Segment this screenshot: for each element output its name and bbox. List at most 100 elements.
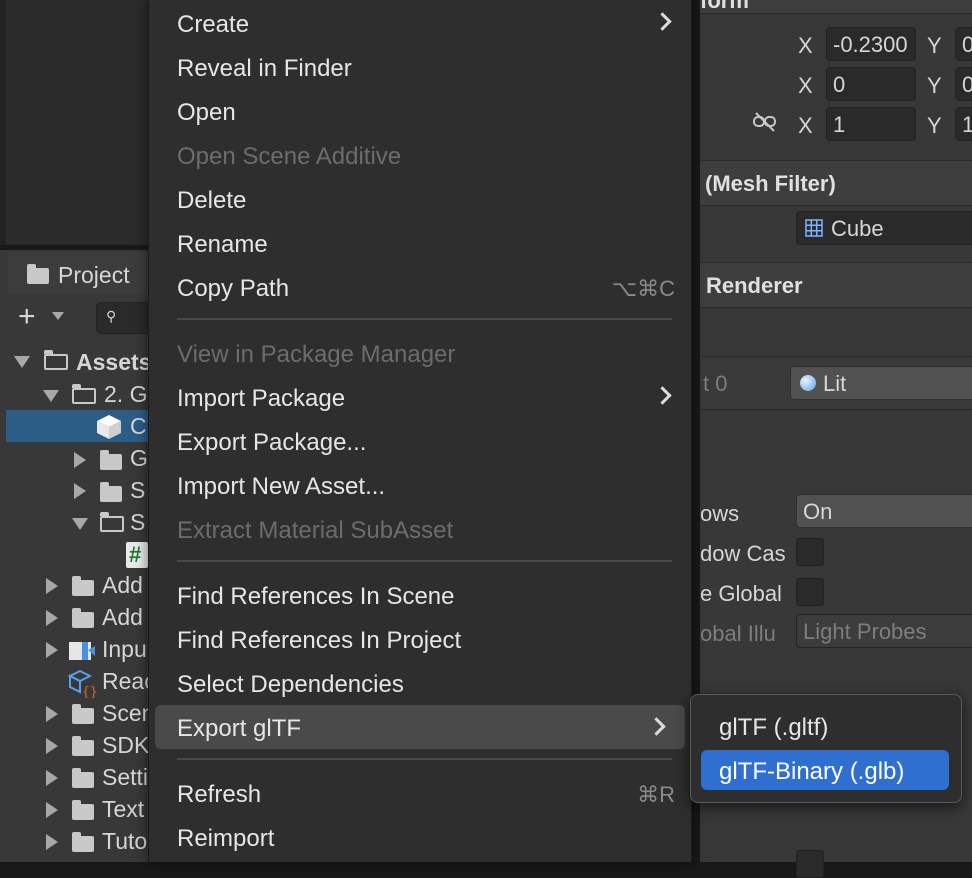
- project-tab-label: Project: [58, 262, 130, 288]
- expand-arrow-icon[interactable]: [43, 390, 59, 402]
- mesh-field[interactable]: Cube: [796, 211, 972, 245]
- menu-item-delete[interactable]: Delete: [149, 179, 691, 219]
- folder-icon: [100, 482, 122, 502]
- menu-shortcut: ⌥⌘C: [611, 276, 675, 301]
- checkbox[interactable]: [796, 850, 824, 878]
- svg-text:{}: {}: [82, 685, 98, 698]
- tree-item[interactable]: Scen: [102, 700, 154, 727]
- expand-arrow-icon[interactable]: [72, 518, 88, 530]
- rotation-y-label: Y: [927, 73, 942, 98]
- expand-arrow-icon[interactable]: [46, 738, 58, 754]
- scale-y-field[interactable]: 1: [955, 107, 972, 141]
- menu-item-copy-path[interactable]: Copy Path ⌥⌘C: [149, 267, 691, 307]
- chevron-right-icon: [647, 717, 666, 736]
- scale-x-field[interactable]: 1: [826, 107, 916, 141]
- menu-item-label: glTF (.gltf): [719, 714, 829, 741]
- menu-item-select-dependencies[interactable]: Select Dependencies: [149, 663, 691, 703]
- script-icon: #: [126, 542, 148, 568]
- selected-tree-row[interactable]: [6, 410, 150, 442]
- cast-shadows-label: ows: [700, 501, 740, 526]
- export-gltf-submenu: glTF (.gltf) glTF-Binary (.glb): [690, 694, 962, 803]
- folder-icon: [72, 736, 94, 756]
- tree-item[interactable]: 2. G: [104, 381, 147, 408]
- tree-item[interactable]: Text: [102, 796, 144, 823]
- folder-open-icon: [72, 384, 96, 404]
- rotation-x-field[interactable]: 0: [826, 67, 916, 101]
- tree-item-selected[interactable]: C: [130, 413, 147, 440]
- global-illum-dropdown[interactable]: Light Probes: [796, 614, 972, 648]
- menu-item-rename[interactable]: Rename: [149, 223, 691, 263]
- menu-item-export-package[interactable]: Export Package...: [149, 421, 691, 461]
- tree-item[interactable]: G: [130, 445, 148, 472]
- menu-item-label: Import New Asset...: [177, 473, 386, 500]
- menu-item-reveal-in-finder[interactable]: Reveal in Finder: [149, 47, 691, 87]
- menu-item-label: Import Package: [177, 385, 346, 412]
- shadow-casting-label: dow Cas: [700, 541, 786, 566]
- shadow-checkbox[interactable]: [796, 538, 824, 566]
- menu-item-create[interactable]: Create: [149, 3, 691, 43]
- panel-edge: [0, 0, 6, 245]
- expand-arrow-icon[interactable]: [46, 706, 58, 722]
- expand-arrow-icon[interactable]: [74, 483, 86, 499]
- unlink-icon[interactable]: [752, 112, 778, 132]
- rotation-y-field[interactable]: 0: [955, 67, 972, 101]
- tree-item[interactable]: Add: [102, 604, 143, 631]
- tree-item[interactable]: S: [130, 509, 145, 536]
- menu-item-find-references-in-scene[interactable]: Find References In Scene: [149, 575, 691, 615]
- menu-item-label: View in Package Manager: [177, 341, 456, 368]
- tree-item[interactable]: Add: [102, 572, 143, 599]
- chevron-down-icon[interactable]: [52, 312, 64, 320]
- cube-icon: [96, 414, 122, 440]
- contribute-global-checkbox[interactable]: [796, 578, 824, 606]
- scale-y-label: Y: [927, 113, 942, 138]
- menu-shortcut: ⌘R: [637, 782, 675, 807]
- menu-item-import-package[interactable]: Import Package: [149, 377, 691, 417]
- menu-item-label: Select Dependencies: [177, 671, 404, 698]
- submenu-item-gltf-binary[interactable]: glTF-Binary (.glb): [701, 750, 949, 790]
- menu-item-open[interactable]: Open: [149, 91, 691, 131]
- expand-arrow-icon[interactable]: [46, 802, 58, 818]
- expand-arrow-icon[interactable]: [46, 578, 58, 594]
- expand-arrow-icon[interactable]: [46, 610, 58, 626]
- menu-item-export-gltf[interactable]: Export glTF: [155, 705, 685, 749]
- add-button[interactable]: +: [18, 300, 36, 334]
- scale-x-label: X: [798, 113, 813, 138]
- menu-item-label: Export glTF: [177, 715, 302, 742]
- tree-item-assets[interactable]: Assets: [76, 349, 151, 376]
- tree-item[interactable]: Setti: [102, 764, 148, 791]
- submenu-item-gltf[interactable]: glTF (.gltf): [701, 706, 949, 746]
- scene-view[interactable]: [0, 0, 151, 245]
- tree-item[interactable]: S: [130, 477, 145, 504]
- folder-open-icon: [100, 512, 124, 532]
- expand-arrow-icon[interactable]: [74, 452, 86, 468]
- folder-icon: [72, 800, 94, 820]
- contribute-global-label: e Global: [700, 581, 782, 606]
- renderer-title: Renderer: [706, 273, 803, 298]
- tree-item[interactable]: Inpu: [102, 636, 147, 663]
- menu-item-reimport[interactable]: Reimport: [149, 817, 691, 857]
- chevron-right-icon: [653, 12, 672, 31]
- material-field[interactable]: Lit: [790, 366, 972, 400]
- rotation-x-label: X: [798, 73, 813, 98]
- menu-item-import-new-asset[interactable]: Import New Asset...: [149, 465, 691, 505]
- chevron-right-icon: [653, 386, 672, 405]
- menu-item-label: Find References In Scene: [177, 583, 455, 610]
- menu-item-label: Refresh: [177, 781, 262, 808]
- expand-arrow-icon[interactable]: [46, 770, 58, 786]
- menu-item-find-references-in-project[interactable]: Find References In Project: [149, 619, 691, 659]
- menu-item-label: Create: [177, 11, 250, 38]
- mesh-grid-icon: [805, 217, 823, 237]
- expand-arrow-icon[interactable]: [46, 642, 58, 658]
- menu-item-refresh[interactable]: Refresh ⌘R: [149, 773, 691, 813]
- search-input[interactable]: ⚲: [96, 302, 152, 334]
- context-menu: Create Reveal in Finder Open Open Scene …: [148, 0, 692, 862]
- tree-item[interactable]: SDK: [102, 732, 149, 759]
- cast-shadows-dropdown[interactable]: On: [796, 494, 972, 528]
- position-y-field[interactable]: 0: [955, 27, 972, 61]
- menu-item-label: Open: [177, 99, 236, 126]
- expand-arrow-icon[interactable]: [46, 834, 58, 850]
- menu-item-label: Export Package...: [177, 429, 367, 456]
- tree-item[interactable]: Tuto: [102, 828, 147, 855]
- position-x-field[interactable]: -0.2300: [826, 27, 916, 61]
- expand-arrow-icon[interactable]: [14, 356, 30, 368]
